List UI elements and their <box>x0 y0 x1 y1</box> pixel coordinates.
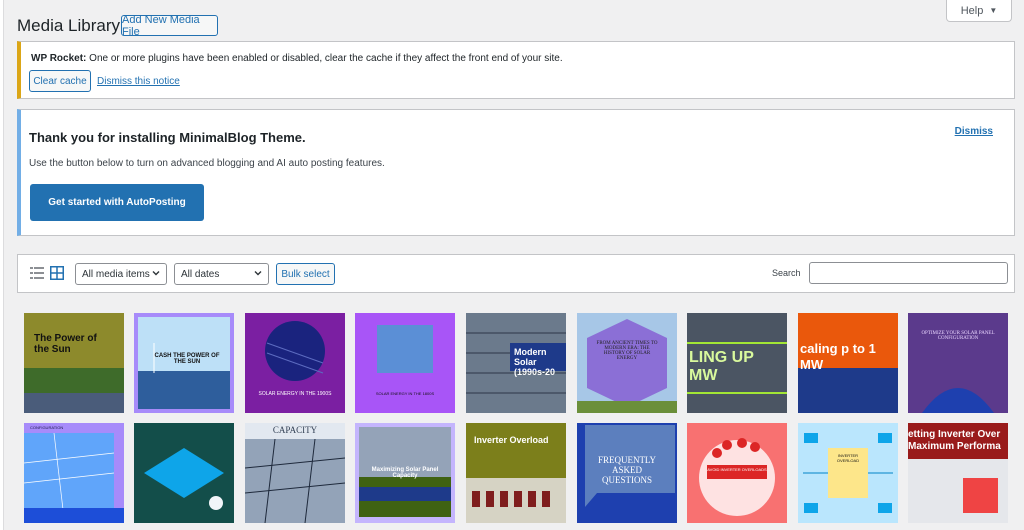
thumbnail-text: caling p to 1 MW <box>800 341 876 372</box>
thumbnail-text: INVERTER OVERLOAD <box>836 453 860 463</box>
thumbnail-image <box>377 325 433 373</box>
media-thumbnail[interactable]: Inverter Overload <box>466 423 566 523</box>
media-thumbnail[interactable]: CASH THE POWER OF THE SUN <box>134 313 234 413</box>
clear-cache-button[interactable]: Clear cache <box>29 70 91 92</box>
media-thumbnail[interactable] <box>134 423 234 523</box>
media-thumbnail[interactable]: FREQUENTLY ASKED QUESTIONS <box>577 423 677 523</box>
wp-rocket-notice: WP Rocket: One or more plugins have been… <box>17 41 1015 99</box>
dismiss-notice-link[interactable]: Dismiss this notice <box>97 76 180 87</box>
thumbnail-image <box>803 433 893 513</box>
media-thumbnail[interactable]: FROM ANCIENT TIMES TO MODERN ERA: THE HI… <box>577 313 677 413</box>
thumbnail-text: FROM ANCIENT TIMES TO MODERN ERA: THE HI… <box>596 341 658 361</box>
thumbnail-text: LING UP MW <box>689 349 754 384</box>
media-toolbar: All media items All dates Bulk select Se… <box>17 254 1015 293</box>
media-thumbnail[interactable]: CAPACITY <box>245 423 345 523</box>
caret-down-icon: ▼ <box>989 6 998 15</box>
media-search-input[interactable] <box>809 262 1008 284</box>
date-value: All dates <box>181 268 220 280</box>
thumbnail-text: CASH THE POWER OF THE SUN <box>154 353 220 365</box>
thumbnail-image <box>922 388 994 413</box>
thumbnail-text: Inverter Overload <box>474 435 549 445</box>
date-select[interactable]: All dates <box>174 263 269 285</box>
thumbnail-text: The Power of the Sun <box>34 333 97 355</box>
thumbnail-text: CAPACITY <box>272 425 318 435</box>
theme-notice-heading: Thank you for installing MinimalBlog The… <box>29 130 306 145</box>
notice-brand: WP Rocket: <box>31 53 87 64</box>
thumbnail-image <box>265 321 325 381</box>
thumbnail-text: SOLAR ENERGY IN THE 1900S <box>258 391 332 397</box>
thumbnail-text: etting Inverter Over Maximum Performa <box>908 429 1001 452</box>
thumbnail-text: Maximizing Solar Panel Capacity <box>371 467 439 479</box>
media-thumbnail[interactable]: Maximizing Solar Panel Capacity <box>355 423 455 523</box>
media-thumbnail[interactable]: CONFIGURATION <box>24 423 124 523</box>
thumbnail-image <box>577 319 677 413</box>
notice-text: One or more plugins have been enabled or… <box>86 53 563 64</box>
notice-message: WP Rocket: One or more plugins have been… <box>31 53 563 64</box>
chevron-down-icon <box>152 271 160 276</box>
admin-sidebar-edge <box>0 0 4 530</box>
bulk-select-button[interactable]: Bulk select <box>276 263 335 285</box>
thumbnail-image <box>134 423 234 523</box>
media-thumbnail[interactable]: SOLAR ENERGY IN THE 1800S <box>355 313 455 413</box>
media-type-select[interactable]: All media items <box>75 263 167 285</box>
theme-dismiss-link[interactable]: Dismiss <box>955 126 993 137</box>
thumbnail-text: AVOID INVERTER OVERLOADS <box>707 467 767 472</box>
media-thumbnail[interactable]: The Power of the Sun <box>24 313 124 413</box>
thumbnail-image <box>699 438 775 516</box>
thumbnail-text: Modern Solar (1990s-20 <box>514 347 556 377</box>
media-thumbnail[interactable]: caling p to 1 MW <box>798 313 898 413</box>
media-thumbnail[interactable]: AVOID INVERTER OVERLOADS <box>687 423 787 523</box>
media-thumbnail[interactable]: etting Inverter Over Maximum Performa <box>908 423 1008 523</box>
chevron-down-icon <box>254 271 262 276</box>
add-new-media-button[interactable]: Add New Media File <box>121 14 218 38</box>
media-thumbnail[interactable]: Modern Solar (1990s-20 <box>466 313 566 413</box>
media-type-value: All media items <box>82 268 150 280</box>
page-title: Media Library <box>17 16 120 35</box>
thumbnail-text: FREQUENTLY ASKED QUESTIONS <box>597 455 657 485</box>
media-thumbnail[interactable]: INVERTER OVERLOAD <box>798 423 898 523</box>
thumbnail-text: CONFIGURATION <box>30 425 64 430</box>
list-view-icon[interactable] <box>30 266 44 280</box>
thumbnail-text: OPTIMIZE YOUR SOLAR PANEL CONFIGURATION <box>921 331 995 341</box>
thumbnail-text: SOLAR ENERGY IN THE 1800S <box>375 391 435 396</box>
search-label: Search <box>772 268 801 278</box>
grid-view-icon[interactable] <box>50 266 64 280</box>
autoposting-button[interactable]: Get started with AutoPosting <box>30 184 204 221</box>
media-thumbnail[interactable]: LING UP MW <box>687 313 787 413</box>
thumbnail-image <box>245 438 345 523</box>
theme-notice-subtext: Use the button below to turn on advanced… <box>29 158 385 169</box>
help-label: Help <box>960 4 984 17</box>
media-thumbnail[interactable]: OPTIMIZE YOUR SOLAR PANEL CONFIGURATION <box>908 313 1008 413</box>
thumbnail-image <box>24 313 124 413</box>
thumbnail-image <box>24 432 124 523</box>
media-thumbnail[interactable]: SOLAR ENERGY IN THE 1900S <box>245 313 345 413</box>
help-tab[interactable]: Help ▼ <box>946 0 1012 22</box>
theme-notice: Thank you for installing MinimalBlog The… <box>17 109 1015 236</box>
